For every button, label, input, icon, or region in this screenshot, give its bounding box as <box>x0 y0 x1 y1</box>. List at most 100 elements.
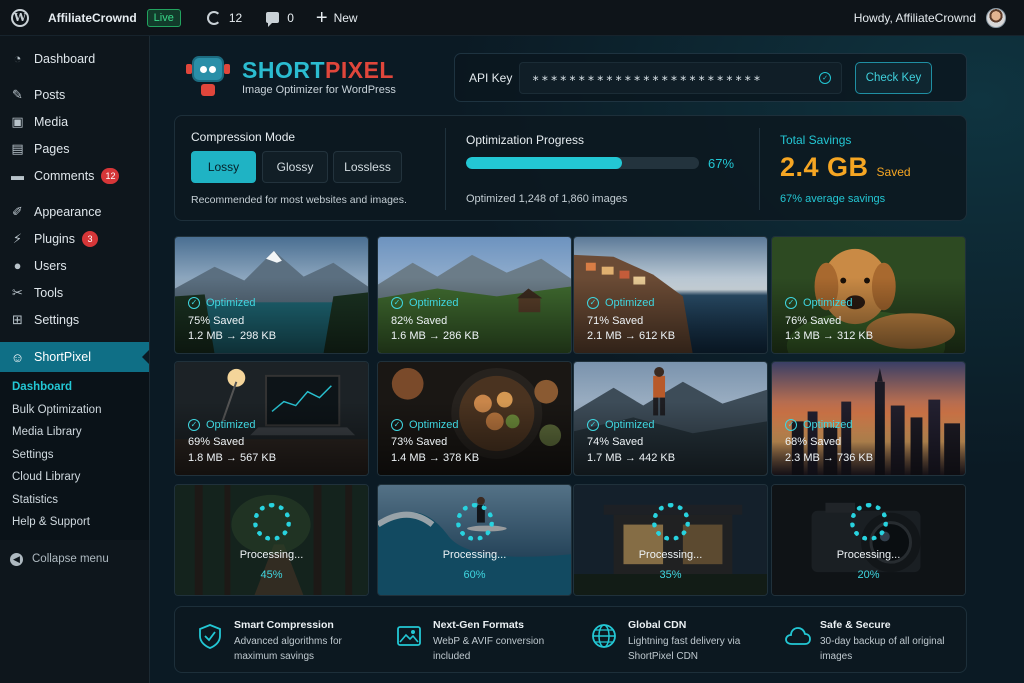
compression-mode-title: Compression Mode <box>191 130 296 144</box>
new-label: New <box>333 10 358 25</box>
mode-lossy-button[interactable]: Lossy <box>191 151 256 183</box>
collapse-menu-button[interactable]: ◀ Collapse menu <box>0 546 149 573</box>
image-card[interactable]: ✓ Optimized 68% Saved 2.3 MB → 736 KB <box>771 361 966 476</box>
progress-title: Optimization Progress <box>466 133 585 147</box>
saved-percent: 82% Saved <box>391 315 448 327</box>
check-circle-icon: ✓ <box>785 297 797 309</box>
feature-desc: Lightning fast delivery via ShortPixel C… <box>628 636 741 662</box>
optimized-status: ✓ Optimized <box>587 297 655 309</box>
api-key-input[interactable]: ∗∗∗∗∗∗∗∗∗∗∗∗∗∗∗∗∗∗∗∗∗∗∗∗∗ ✓ <box>519 62 842 94</box>
wrench-icon: ✂ <box>12 284 23 300</box>
mode-lossless-button[interactable]: Lossless <box>333 151 402 183</box>
sidebar-item-label: Plugins <box>34 231 75 246</box>
image-card[interactable]: ✓ Optimized 76% Saved 1.3 MB → 312 KB <box>771 236 966 354</box>
image-card[interactable]: ✓ Optimized 71% Saved 2.1 MB → 612 KB <box>573 236 768 354</box>
image-card-processing[interactable]: Processing... 20% <box>771 484 966 596</box>
submenu-help-support[interactable]: Help & Support <box>0 511 149 534</box>
submenu-media-library[interactable]: Media Library <box>0 421 149 444</box>
sidebar-item-plugins[interactable]: ⚡ Plugins 3 <box>0 225 149 252</box>
saved-percent: 73% Saved <box>391 436 448 448</box>
sidebar-item-media[interactable]: ▣ Media <box>0 108 149 135</box>
size-change: 1.4 MB → 378 KB <box>391 452 480 464</box>
check-circle-icon: ✓ <box>188 419 200 431</box>
settings-icon: ⊞ <box>12 311 23 327</box>
check-key-button[interactable]: Check Key <box>855 62 932 94</box>
sidebar-item-appearance[interactable]: ✐ Appearance <box>0 198 149 225</box>
site-name-link[interactable]: AffiliateCrownd <box>48 0 137 36</box>
sidebar-item-label: Users <box>34 258 67 273</box>
account-menu[interactable]: Howdy, AffiliateCrownd <box>854 0 1006 36</box>
media-icon: ▣ <box>11 113 24 129</box>
optimized-status: ✓ Optimized <box>391 297 459 309</box>
updates-link[interactable]: 12 <box>206 0 242 36</box>
stats-panel: Compression Mode Lossy Glossy Lossless R… <box>174 115 967 221</box>
saved-percent: 68% Saved <box>785 436 842 448</box>
divider <box>445 128 446 210</box>
optimized-status: ✓ Optimized <box>188 297 256 309</box>
sidebar-item-label: Dashboard <box>34 51 96 66</box>
image-card[interactable]: ✓ Optimized 75% Saved 1.2 MB → 298 KB <box>174 236 369 354</box>
check-circle-icon: ✓ <box>587 419 599 431</box>
submenu-cloud-library[interactable]: Cloud Library <box>0 466 149 489</box>
size-change: 2.3 MB → 736 KB <box>785 452 874 464</box>
main-content: SHORTPIXEL Image Optimizer for WordPress… <box>150 36 1024 683</box>
sidebar-item-tools[interactable]: ✂ Tools <box>0 279 149 306</box>
optimized-status: ✓ Optimized <box>785 419 853 431</box>
sidebar-item-label: Appearance <box>34 204 102 219</box>
image-card[interactable]: ✓ Optimized 73% Saved 1.4 MB → 378 KB <box>377 361 572 476</box>
size-change: 1.2 MB → 298 KB <box>188 330 277 342</box>
image-card[interactable]: ✓ Optimized 82% Saved 1.6 MB → 286 KB <box>377 236 572 354</box>
saved-label: Saved <box>876 165 911 179</box>
sidebar-item-posts[interactable]: ✎ Posts <box>0 81 149 108</box>
submenu-dashboard[interactable]: Dashboard <box>0 376 149 399</box>
processing-label: Processing... <box>638 549 703 561</box>
image-card[interactable]: ✓ Optimized 69% Saved 1.8 MB → 567 KB <box>174 361 369 476</box>
sidebar-item-users[interactable]: ● Users <box>0 252 149 279</box>
loading-spinner-icon <box>849 503 888 541</box>
api-key-panel: API Key ∗∗∗∗∗∗∗∗∗∗∗∗∗∗∗∗∗∗∗∗∗∗∗∗∗ ✓ Chec… <box>454 53 967 102</box>
sidebar-item-settings[interactable]: ⊞ Settings <box>0 306 149 333</box>
processing-percent: 35% <box>659 569 682 581</box>
admin-sidebar: ◔ Dashboard ✎ Posts ▣ Media ▤ Pages ▬ Co… <box>0 36 150 683</box>
submenu-bulk-optimization[interactable]: Bulk Optimization <box>0 399 149 422</box>
size-change: 2.1 MB → 612 KB <box>587 330 676 342</box>
api-key-label: API Key <box>469 71 513 85</box>
check-circle-icon: ✓ <box>587 297 599 309</box>
sidebar-item-label: Pages <box>34 141 70 156</box>
saved-percent: 75% Saved <box>188 315 245 327</box>
check-circle-icon: ✓ <box>391 419 403 431</box>
compression-note: Recommended for most websites and images… <box>191 194 407 206</box>
total-savings-title: Total Savings <box>780 133 852 147</box>
avatar <box>986 8 1006 28</box>
processing-label: Processing... <box>239 549 304 561</box>
plugin-icon: ⚡ <box>12 230 23 246</box>
globe-icon <box>592 624 616 648</box>
sidebar-item-pages[interactable]: ▤ Pages <box>0 135 149 162</box>
sidebar-item-comments[interactable]: ▬ Comments 12 <box>0 162 149 189</box>
image-card[interactable]: ✓ Optimized 74% Saved 1.7 MB → 442 KB <box>573 361 768 476</box>
plugins-count-badge: 3 <box>82 230 98 247</box>
sidebar-item-shortpixel[interactable]: ☺ ShortPixel <box>0 342 149 372</box>
shortpixel-icon: ☺ <box>10 349 25 365</box>
progress-fill <box>466 157 623 169</box>
plus-icon: + <box>315 6 328 29</box>
loading-spinner-icon <box>455 503 494 541</box>
image-card-processing[interactable]: Processing... 60% <box>377 484 572 596</box>
comments-link[interactable]: 0 <box>266 0 294 36</box>
submenu-statistics[interactable]: Statistics <box>0 489 149 512</box>
wordpress-logo-icon[interactable]: W <box>2 0 38 36</box>
image-card-processing[interactable]: Processing... 35% <box>573 484 768 596</box>
features-panel: Smart Compression Advanced algorithms fo… <box>174 606 967 673</box>
brush-icon: ✐ <box>12 203 23 219</box>
mode-glossy-button[interactable]: Glossy <box>262 151 328 183</box>
new-content-link[interactable]: + New <box>316 0 358 36</box>
dashboard-icon: ◔ <box>13 51 22 66</box>
submenu-settings[interactable]: Settings <box>0 444 149 467</box>
sidebar-item-dashboard[interactable]: ◔ Dashboard <box>0 45 149 72</box>
admin-bar: W AffiliateCrownd Live 12 0 + New Howdy,… <box>0 0 1024 36</box>
processing-label: Processing... <box>442 549 507 561</box>
image-icon <box>397 626 421 646</box>
progress-percent: 67% <box>708 156 735 171</box>
collapse-label: Collapse menu <box>32 553 109 565</box>
image-card-processing[interactable]: Processing... 45% <box>174 484 369 596</box>
